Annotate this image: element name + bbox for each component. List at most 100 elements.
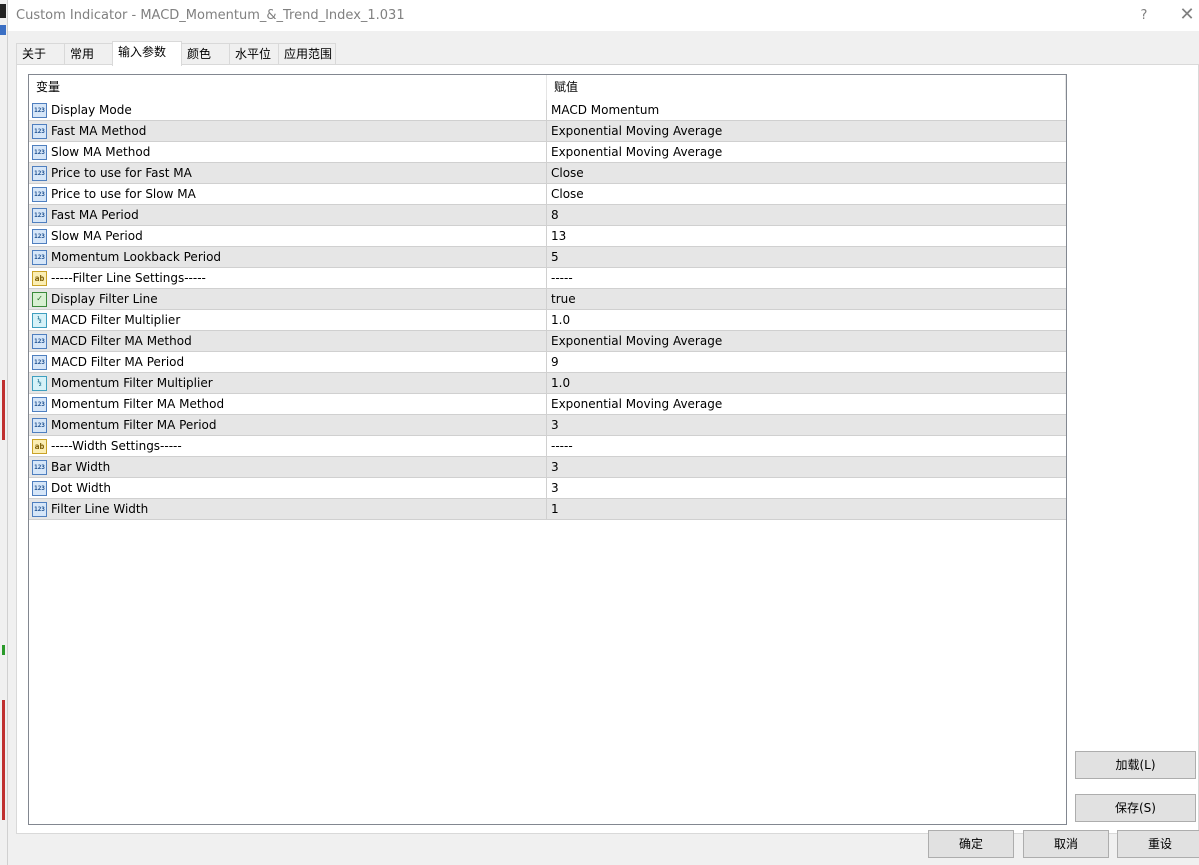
value-cell[interactable]: 3 xyxy=(547,478,1066,498)
table-row[interactable]: 123 Momentum Filter MA Method Exponential … xyxy=(29,394,1066,415)
int-icon: 123 xyxy=(32,397,47,412)
table-row[interactable]: 123 Price to use for Fast MA Close xyxy=(29,163,1066,184)
variable-name: Slow MA Method xyxy=(51,145,151,159)
bool-icon: ✓ xyxy=(32,292,47,307)
variable-name: Bar Width xyxy=(51,460,111,474)
variable-cell[interactable]: ½ Momentum Filter Multiplier xyxy=(29,373,547,393)
table-row[interactable]: 123 Price to use for Slow MA Close xyxy=(29,184,1066,205)
value-cell[interactable]: 1.0 xyxy=(547,310,1066,330)
variable-name: Display Mode xyxy=(51,103,132,117)
table-row[interactable]: ✓ Display Filter Line true xyxy=(29,289,1066,310)
int-icon: 123 xyxy=(32,460,47,475)
value-cell[interactable]: 8 xyxy=(547,205,1066,225)
table-row[interactable]: 123 Dot Width 3 xyxy=(29,478,1066,499)
load-button[interactable]: 加载(L) xyxy=(1075,751,1196,779)
value-cell[interactable]: Exponential Moving Average xyxy=(547,142,1066,162)
value-cell[interactable]: 5 xyxy=(547,247,1066,267)
tab-common[interactable]: 常用 xyxy=(64,43,113,65)
value-cell[interactable]: 1.0 xyxy=(547,373,1066,393)
variable-cell[interactable]: 123 MACD Filter MA Method xyxy=(29,331,547,351)
variable-cell[interactable]: 123 Slow MA Method xyxy=(29,142,547,162)
variable-name: Dot Width xyxy=(51,481,111,495)
tab-about[interactable]: 关于 xyxy=(16,43,65,65)
value-cell[interactable]: Exponential Moving Average xyxy=(547,331,1066,351)
reset-button[interactable]: 重设 xyxy=(1117,830,1199,858)
variable-name: Display Filter Line xyxy=(51,292,158,306)
int-icon: 123 xyxy=(32,355,47,370)
table-row[interactable]: 123 MACD Filter MA Method Exponential Movi… xyxy=(29,331,1066,352)
value-cell[interactable]: 13 xyxy=(547,226,1066,246)
variable-cell[interactable]: ab -----Filter Line Settings----- xyxy=(29,268,547,288)
variable-cell[interactable]: 123 Bar Width xyxy=(29,457,547,477)
value-cell[interactable]: 1 xyxy=(547,499,1066,519)
int-icon: 123 xyxy=(32,250,47,265)
inputs-panel: 变量 赋值 123 Display Mode MACD Momentum 123 Fas… xyxy=(16,64,1199,834)
value-cell[interactable]: 9 xyxy=(547,352,1066,372)
variable-cell[interactable]: 123 Momentum Lookback Period xyxy=(29,247,547,267)
variable-cell[interactable]: 123 Fast MA Method xyxy=(29,121,547,141)
table-row[interactable]: ½ MACD Filter Multiplier 1.0 xyxy=(29,310,1066,331)
value-cell[interactable]: Exponential Moving Average xyxy=(547,394,1066,414)
variable-cell[interactable]: 123 MACD Filter MA Period xyxy=(29,352,547,372)
table-row[interactable]: ½ Momentum Filter Multiplier 1.0 xyxy=(29,373,1066,394)
table-row[interactable]: 123 Fast MA Method Exponential Moving Aver… xyxy=(29,121,1066,142)
table-row[interactable]: 123 Display Mode MACD Momentum xyxy=(29,100,1066,121)
grid-header: 变量 赋值 xyxy=(29,75,1066,100)
table-row[interactable]: 123 Filter Line Width 1 xyxy=(29,499,1066,520)
value-cell[interactable]: ----- xyxy=(547,268,1066,288)
table-row[interactable]: 123 Slow MA Method Exponential Moving Aver… xyxy=(29,142,1066,163)
value-cell[interactable]: Close xyxy=(547,163,1066,183)
value-cell[interactable]: true xyxy=(547,289,1066,309)
table-row[interactable]: 123 Momentum Filter MA Period 3 xyxy=(29,415,1066,436)
value-cell[interactable]: MACD Momentum xyxy=(547,100,1066,120)
table-row[interactable]: ab -----Width Settings----- ----- xyxy=(29,436,1066,457)
table-row[interactable]: 123 MACD Filter MA Period 9 xyxy=(29,352,1066,373)
variable-cell[interactable]: 123 Momentum Filter MA Method xyxy=(29,394,547,414)
title-bar[interactable]: Custom Indicator - MACD_Momentum_&_Trend… xyxy=(8,0,1199,31)
variable-name: Price to use for Slow MA xyxy=(51,187,196,201)
column-header-value[interactable]: 赋值 xyxy=(547,75,1066,100)
string-icon: ab xyxy=(32,439,47,454)
table-row[interactable]: 123 Momentum Lookback Period 5 xyxy=(29,247,1066,268)
inputs-grid[interactable]: 变量 赋值 123 Display Mode MACD Momentum 123 Fas… xyxy=(28,74,1067,825)
int-icon: 123 xyxy=(32,418,47,433)
variable-cell[interactable]: 123 Display Mode xyxy=(29,100,547,120)
tab-inputs[interactable]: 输入参数 xyxy=(112,41,182,66)
variable-name: Fast MA Period xyxy=(51,208,139,222)
variable-cell[interactable]: 123 Filter Line Width xyxy=(29,499,547,519)
variable-cell[interactable]: 123 Price to use for Slow MA xyxy=(29,184,547,204)
int-icon: 123 xyxy=(32,229,47,244)
value-cell[interactable]: Close xyxy=(547,184,1066,204)
cancel-button[interactable]: 取消 xyxy=(1023,830,1109,858)
value-cell[interactable]: 3 xyxy=(547,457,1066,477)
table-row[interactable]: ab -----Filter Line Settings----- ----- xyxy=(29,268,1066,289)
value-cell[interactable]: Exponential Moving Average xyxy=(547,121,1066,141)
double-icon: ½ xyxy=(32,376,47,391)
help-button[interactable]: ? xyxy=(1133,6,1155,26)
int-icon: 123 xyxy=(32,187,47,202)
column-header-variable[interactable]: 变量 xyxy=(29,75,547,100)
close-button[interactable]: ✕ xyxy=(1176,4,1198,26)
variable-cell[interactable]: 123 Slow MA Period xyxy=(29,226,547,246)
variable-cell[interactable]: ab -----Width Settings----- xyxy=(29,436,547,456)
table-row[interactable]: 123 Bar Width 3 xyxy=(29,457,1066,478)
tab-visualization[interactable]: 应用范围 xyxy=(278,43,336,65)
variable-cell[interactable]: 123 Dot Width xyxy=(29,478,547,498)
ok-button[interactable]: 确定 xyxy=(928,830,1014,858)
window-title: Custom Indicator - MACD_Momentum_&_Trend… xyxy=(16,8,405,23)
int-icon: 123 xyxy=(32,334,47,349)
variable-cell[interactable]: 123 Momentum Filter MA Period xyxy=(29,415,547,435)
table-row[interactable]: 123 Fast MA Period 8 xyxy=(29,205,1066,226)
value-cell[interactable]: 3 xyxy=(547,415,1066,435)
variable-cell[interactable]: ✓ Display Filter Line xyxy=(29,289,547,309)
background-window-edge xyxy=(0,0,8,865)
int-icon: 123 xyxy=(32,166,47,181)
value-cell[interactable]: ----- xyxy=(547,436,1066,456)
table-row[interactable]: 123 Slow MA Period 13 xyxy=(29,226,1066,247)
variable-cell[interactable]: 123 Price to use for Fast MA xyxy=(29,163,547,183)
tab-levels[interactable]: 水平位 xyxy=(229,43,279,65)
save-button[interactable]: 保存(S) xyxy=(1075,794,1196,822)
variable-cell[interactable]: ½ MACD Filter Multiplier xyxy=(29,310,547,330)
variable-cell[interactable]: 123 Fast MA Period xyxy=(29,205,547,225)
tab-colors[interactable]: 颜色 xyxy=(181,43,230,65)
